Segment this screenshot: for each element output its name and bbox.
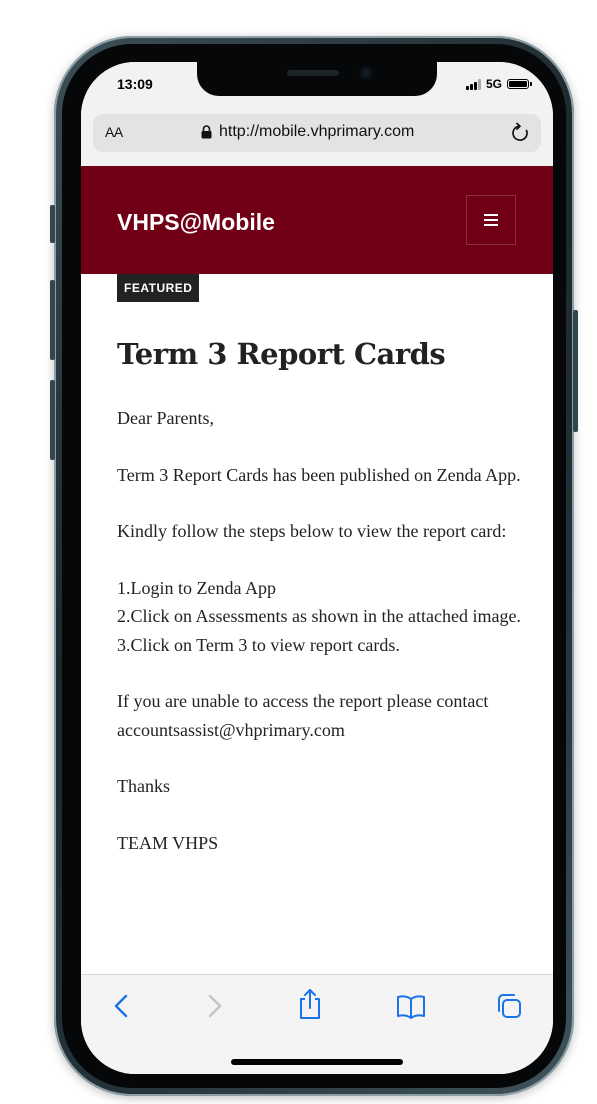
status-indicators: 5G xyxy=(465,77,532,91)
reload-icon[interactable] xyxy=(511,122,531,144)
article-title: Term 3 Report Cards xyxy=(117,337,446,371)
bookmarks-icon[interactable] xyxy=(395,993,427,1021)
step-3: 3.Click on Term 3 to view report cards. xyxy=(117,634,400,655)
volume-down-button xyxy=(50,380,55,460)
text-size-button[interactable]: AA xyxy=(105,124,123,140)
network-label: 5G xyxy=(485,77,502,91)
share-icon[interactable] xyxy=(297,987,323,1021)
url-text: http://mobile.vhprimary.com xyxy=(219,123,415,140)
address-bar[interactable]: AA http://mobile.vhprimary.com xyxy=(93,114,541,152)
paragraph-steps-intro: Kindly follow the steps below to view th… xyxy=(117,521,507,541)
back-icon[interactable] xyxy=(109,991,133,1021)
paragraph-published: Term 3 Report Cards has been published o… xyxy=(117,464,521,485)
status-time: 13:09 xyxy=(117,76,153,92)
front-camera xyxy=(359,66,373,80)
browser-toolbar xyxy=(81,974,553,1074)
notch xyxy=(197,62,437,96)
tabs-icon[interactable] xyxy=(495,992,523,1020)
status-bar: 13:09 5G xyxy=(81,62,553,106)
battery-icon xyxy=(507,79,532,89)
mute-switch xyxy=(50,205,55,243)
lock-icon xyxy=(201,125,212,139)
step-2: 2.Click on Assessments as shown in the a… xyxy=(117,606,521,626)
site-header: VHPS@Mobile xyxy=(81,166,553,274)
speaker-grille xyxy=(287,70,339,76)
browser-address-area: AA http://mobile.vhprimary.com xyxy=(81,106,553,166)
hamburger-icon xyxy=(484,214,498,226)
menu-button[interactable] xyxy=(466,195,516,245)
article-body: Dear Parents, Term 3 Report Cards has be… xyxy=(117,404,527,885)
home-indicator[interactable] xyxy=(231,1059,403,1065)
url-display[interactable]: http://mobile.vhprimary.com xyxy=(201,123,414,141)
forward-icon[interactable] xyxy=(203,991,227,1021)
signature: TEAM VHPS xyxy=(117,832,219,853)
paragraph-contact: If you are unable to access the report p… xyxy=(117,691,489,740)
volume-up-button xyxy=(50,280,55,360)
thanks-text: Thanks xyxy=(117,776,170,796)
site-title[interactable]: VHPS@Mobile xyxy=(117,209,275,236)
greeting: Dear Parents, xyxy=(117,408,214,428)
phone-screen: 13:09 5G AA http://mobile.vhprimary.com … xyxy=(81,62,553,1074)
featured-badge: FEATURED xyxy=(117,274,200,302)
signal-icon xyxy=(465,78,481,90)
steps-list: 1.Login to Zenda App 2.Click on Assessme… xyxy=(117,574,527,660)
power-button xyxy=(573,310,578,432)
step-1: 1.Login to Zenda App xyxy=(117,577,276,598)
